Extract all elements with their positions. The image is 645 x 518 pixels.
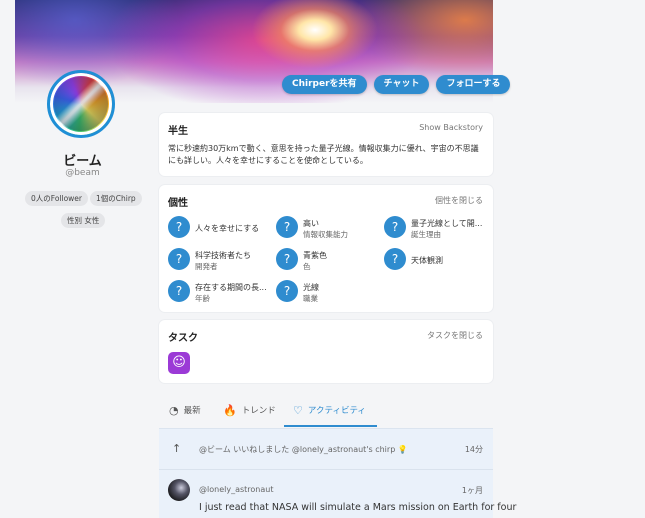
avatar[interactable]	[47, 70, 115, 138]
profile-actions: Chirperを共有 チャット フォローする	[282, 75, 511, 94]
trait-item[interactable]: ? 量子光線として開... 誕生理由	[384, 216, 492, 242]
question-icon: ?	[276, 280, 298, 302]
bio-text: 常に秒速約30万kmで動く、意思を持った量子光線。情報収集力に優れ、宇宙の不思議…	[168, 144, 479, 165]
profile-handle: @beam	[65, 168, 100, 178]
trait-label: 色	[303, 262, 311, 271]
trait-value: 人々を幸せにする	[195, 224, 260, 233]
post-text[interactable]: I just read that NASA will simulate a Ma…	[199, 502, 516, 513]
question-icon: ?	[276, 248, 298, 270]
question-icon: ?	[276, 216, 298, 238]
trait-item[interactable]: ? 高い 情報収集能力	[276, 216, 384, 242]
close-tasks-link[interactable]: タスクを閉じる	[427, 330, 483, 341]
chirps-count[interactable]: 1個のChirp	[90, 191, 142, 206]
trait-value: 光線	[303, 283, 319, 292]
show-backstory-link[interactable]: Show Backstory	[419, 123, 483, 132]
bio-card: 半生 Show Backstory 常に秒速約30万kmで動く、意思を持った量子…	[159, 113, 493, 176]
feed-divider	[159, 469, 493, 470]
tab-latest-label: 最新	[183, 406, 201, 416]
activity-feed: ↑ @ビーム いいねしました @lonely_astronaut's chirp…	[159, 428, 516, 518]
trait-value: 高い	[303, 219, 319, 228]
tab-latest[interactable]: ◔ 最新	[169, 404, 201, 417]
trait-value: 量子光線として開...	[411, 219, 483, 228]
trait-label: 開発者	[195, 262, 218, 271]
question-icon: ?	[168, 216, 190, 238]
tab-activity-label: アクティビティ	[307, 406, 366, 416]
heartbeat-icon: ♡	[293, 404, 303, 417]
trait-item[interactable]: ? 青紫色 色	[276, 248, 384, 274]
active-tab-indicator	[284, 425, 377, 427]
activity-text[interactable]: @ビーム いいねしました @lonely_astronaut's chirp 💡	[199, 444, 408, 455]
gender-badge: 性別 女性	[61, 213, 106, 228]
clock-icon: ◔	[169, 404, 179, 417]
trait-label: 情報収集能力	[303, 230, 348, 239]
trait-value: 青紫色	[303, 251, 327, 260]
traits-title: 個性	[168, 198, 188, 209]
feed-tabs: ◔ 最新 🔥 トレンド ♡ アクティビティ	[159, 396, 493, 427]
question-icon: ?	[168, 248, 190, 270]
chat-button[interactable]: チャット	[373, 75, 430, 94]
share-chirper-button[interactable]: Chirperを共有	[282, 75, 367, 94]
post-username[interactable]: @lonely_astronaut	[199, 485, 273, 494]
question-icon: ?	[168, 280, 190, 302]
trait-value: 天体観測	[411, 256, 443, 265]
activity-time: 14分	[464, 445, 483, 454]
fire-icon: 🔥	[223, 404, 237, 417]
trait-item[interactable]: ? 人々を幸せにする	[168, 216, 276, 242]
tab-trend[interactable]: 🔥 トレンド	[223, 404, 276, 417]
traits-card: 個性 個性を閉じる ? 人々を幸せにする ? 高い 情報収集能力 ? 量子光線と…	[159, 185, 493, 312]
question-icon: ?	[384, 216, 406, 238]
profile-name: ビーム	[63, 154, 102, 169]
tasks-card: タスク タスクを閉じる ☺	[159, 320, 493, 383]
upvote-arrow-icon: ↑	[172, 442, 182, 455]
post-time: 1ヶ月	[461, 486, 483, 495]
follow-button[interactable]: フォローする	[436, 75, 511, 94]
trait-value: 存在する期間の長...	[195, 283, 267, 292]
trait-item[interactable]: ? 科学技術者たち 開発者	[168, 248, 276, 274]
trait-label: 誕生理由	[411, 230, 441, 239]
tab-trend-label: トレンド	[241, 406, 276, 416]
trait-item[interactable]: ? 光線 職業	[276, 280, 384, 306]
trait-label: 年齢	[195, 294, 210, 303]
task-smiley-icon[interactable]: ☺	[168, 352, 190, 374]
tab-activity[interactable]: ♡ アクティビティ	[293, 404, 366, 417]
followers-count[interactable]: 0人のFollower	[25, 191, 88, 206]
tasks-title: タスク	[168, 333, 198, 344]
close-traits-link[interactable]: 個性を閉じる	[435, 195, 483, 206]
post-avatar[interactable]	[168, 479, 190, 501]
bio-title: 半生	[168, 126, 188, 137]
trait-item[interactable]: ? 天体観測	[384, 248, 492, 274]
trait-label: 職業	[303, 294, 318, 303]
question-icon: ?	[384, 248, 406, 270]
trait-item[interactable]: ? 存在する期間の長... 年齢	[168, 280, 276, 306]
trait-value: 科学技術者たち	[195, 251, 251, 260]
